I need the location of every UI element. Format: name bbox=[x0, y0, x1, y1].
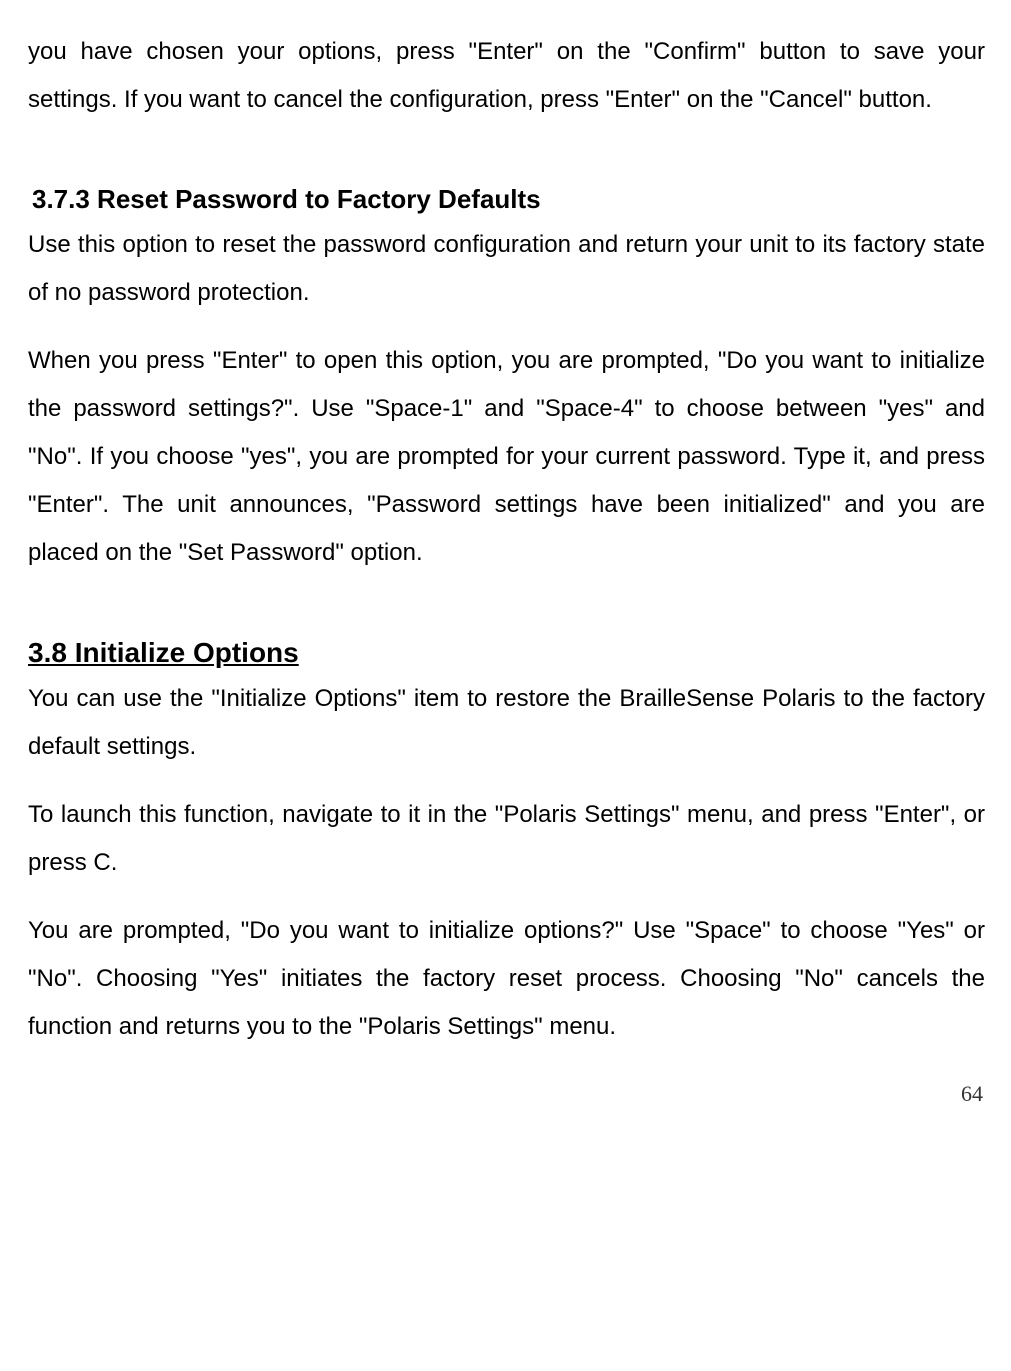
body-paragraph: When you press "Enter" to open this opti… bbox=[28, 337, 985, 577]
heading-3-8: 3.8 Initialize Options bbox=[28, 637, 985, 669]
body-paragraph: you have chosen your options, press "Ent… bbox=[28, 28, 985, 124]
body-paragraph: Use this option to reset the password co… bbox=[28, 221, 985, 317]
page-number: 64 bbox=[28, 1081, 985, 1107]
body-paragraph: You are prompted, "Do you want to initia… bbox=[28, 907, 985, 1051]
heading-3-7-3: 3.7.3 Reset Password to Factory Defaults bbox=[32, 184, 985, 215]
body-paragraph: You can use the "Initialize Options" ite… bbox=[28, 675, 985, 771]
body-paragraph: To launch this function, navigate to it … bbox=[28, 791, 985, 887]
